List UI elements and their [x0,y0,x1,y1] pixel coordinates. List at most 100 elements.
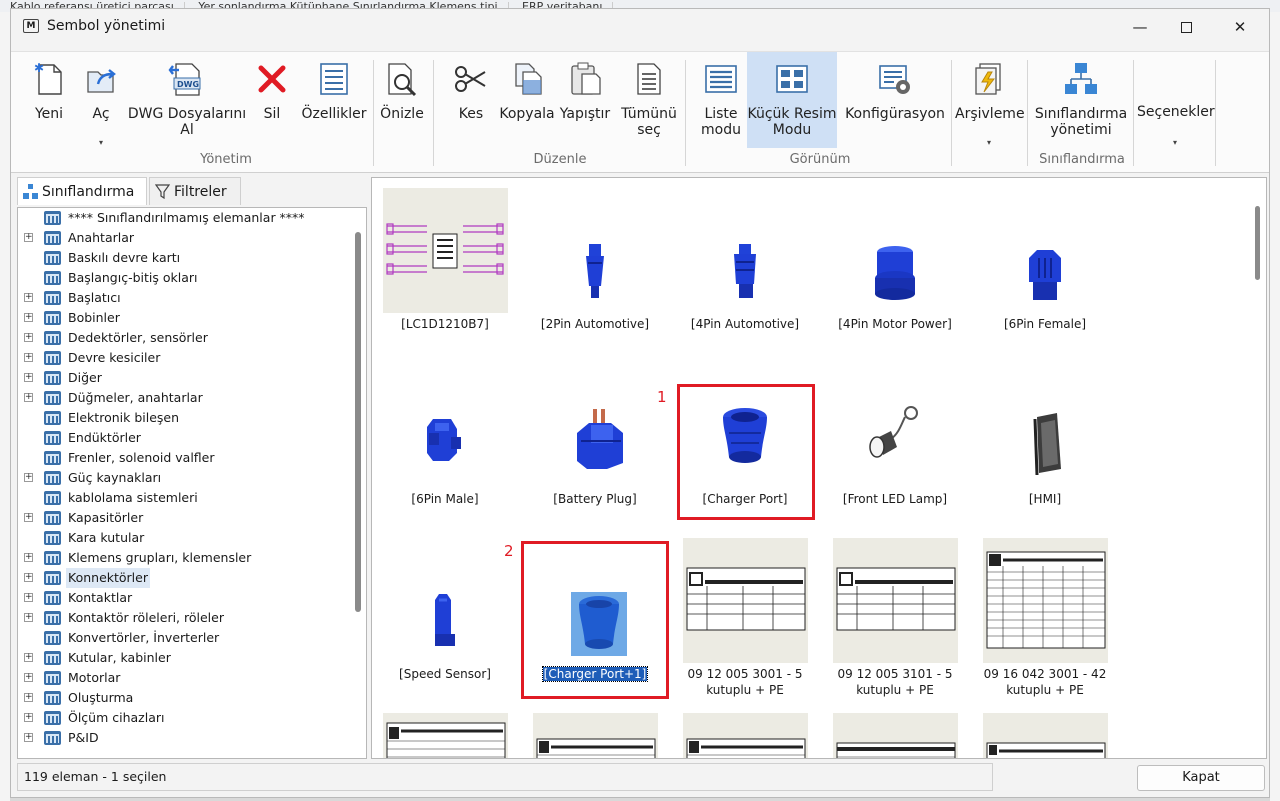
tree-scrollbar-thumb[interactable] [355,232,361,612]
expand-icon[interactable]: + [24,313,33,322]
classification-tree-icon [1065,63,1097,94]
gallery-item-caption: 09 16 042 3001 - 42 kutuplu + PE [983,667,1107,697]
gallery-item-caption: [4Pin Motor Power] [838,317,952,331]
thumbnail-mode-button[interactable]: Küçük Resim Modu [747,52,837,148]
gallery-item-caption: [2Pin Automotive] [540,317,650,331]
table-drawing-thumbnail [683,538,808,663]
expand-icon[interactable]: + [24,593,33,602]
configuration-button[interactable]: Konfigürasyon [845,52,945,148]
gallery-scrollbar[interactable] [1252,182,1264,754]
expand-icon[interactable]: + [24,393,33,402]
delete-x-icon [258,65,286,93]
tab-filters-label: Filtreler [174,184,227,200]
options-button-label: Seçenekler [1137,104,1215,120]
expand-icon[interactable]: + [24,233,33,242]
tree-scrollbar[interactable] [352,212,364,756]
group-label-classification: Sınıflandırma [1039,152,1125,167]
folder-icon [44,471,61,485]
maximize-button[interactable] [1163,9,1209,45]
paste-icon [571,62,601,95]
import-dwg-button[interactable]: DWG DWG Dosyalarını Al [127,52,247,148]
tree-item-label: Diğer [68,370,102,385]
chevron-down-icon: ▾ [1172,138,1177,147]
select-all-button[interactable]: Tümünü seç [619,52,679,148]
folder-icon [44,431,61,445]
tab-classification[interactable]: Sınıflandırma [17,177,147,205]
connector-2pin-thumbnail [533,188,658,313]
connector-6pin-male-thumbnail [383,363,508,488]
options-button[interactable]: Seçenekler ▾ [1137,52,1215,148]
gallery-item-caption: [6Pin Male] [411,492,479,506]
gallery-scrollbar-thumb[interactable] [1255,206,1260,280]
gallery-item-caption: [Front LED Lamp] [842,492,948,506]
properties-button[interactable]: Özellikler [299,52,369,148]
open-button[interactable]: Aç ▾ [77,52,125,148]
battery-plug-thumbnail [533,363,658,488]
expand-icon[interactable]: + [24,373,33,382]
tree-item-label: Başlatıcı [68,290,121,305]
tree-item-label: Başlangıç-bitiş okları [68,270,198,285]
expand-icon[interactable]: + [24,693,33,702]
paste-button[interactable]: Yapıştır [557,52,613,148]
tree-item-label: Düğmeler, anahtarlar [68,390,203,405]
table-drawing-dense-thumbnail [983,538,1108,663]
gallery-item-caption: 09 12 005 3001 - 5 kutuplu + PE [687,667,803,697]
close-window-button[interactable]: ✕ [1217,9,1263,45]
copy-button[interactable]: Kopyala [499,52,555,148]
tree-item-label: Konvertörler, İnverterler [68,630,220,645]
ribbon-group-separator [685,60,686,166]
expand-icon[interactable]: + [24,513,33,522]
properties-icon [320,63,348,95]
folder-icon [44,551,61,565]
table-drawing-thumbnail [833,538,958,663]
expand-icon[interactable]: + [24,613,33,622]
close-button[interactable]: Kapat [1137,765,1265,791]
expand-icon[interactable]: + [24,353,33,362]
maximize-icon [1180,22,1192,33]
expand-icon[interactable]: + [24,733,33,742]
new-button[interactable]: ✱ Yeni [23,52,75,148]
gallery-item-caption: [4Pin Automotive] [690,317,800,331]
expand-icon[interactable]: + [24,553,33,562]
annotation-box-1 [677,384,815,520]
expand-icon[interactable]: + [24,713,33,722]
gallery-item-caption: [Speed Sensor] [399,667,491,681]
cut-button[interactable]: Kes [447,52,495,148]
dwg-import-icon: DWG [168,63,201,96]
ribbon-group-separator [433,60,434,166]
svg-text:✱: ✱ [34,61,44,75]
ribbon-group-separator [951,60,952,166]
ribbon-group-separator [373,60,374,166]
classification-management-button[interactable]: Sınıflandırma yönetimi [1031,52,1131,148]
preview-button[interactable]: Önizle [377,52,427,148]
minimize-button[interactable]: — [1117,9,1163,45]
expand-icon[interactable]: + [24,653,33,662]
tab-filters[interactable]: Filtreler [149,177,241,205]
expand-icon[interactable]: + [24,673,33,682]
ribbon-group-separator [1215,60,1216,166]
connector-motor-power-thumbnail [833,188,958,313]
folder-icon [44,231,61,245]
configuration-button-label: Konfigürasyon [845,106,945,122]
select-all-icon [637,63,661,95]
folder-icon [44,491,61,505]
folder-icon [44,451,61,465]
group-label-management: Yönetim [200,152,252,167]
expand-icon[interactable]: + [24,473,33,482]
folder-icon [44,311,61,325]
list-mode-button[interactable]: Liste modu [693,52,749,148]
expand-icon[interactable]: + [24,573,33,582]
select-all-button-label: Tümünü seç [621,106,677,138]
folder-icon [44,571,61,585]
tree-item-label: Bobinler [68,310,120,325]
folder-icon [44,691,61,705]
archive-button[interactable]: Arşivleme ▾ [955,52,1025,148]
new-button-label: Yeni [34,106,64,122]
gallery-item-caption: 09 12 005 3101 - 5 kutuplu + PE [837,667,953,697]
expand-icon[interactable]: + [24,293,33,302]
open-button-label: Aç [92,106,110,122]
app-icon: M [23,19,39,33]
archive-button-label: Arşivleme [955,106,1025,122]
delete-button[interactable]: Sil [251,52,293,148]
expand-icon[interactable]: + [24,333,33,342]
